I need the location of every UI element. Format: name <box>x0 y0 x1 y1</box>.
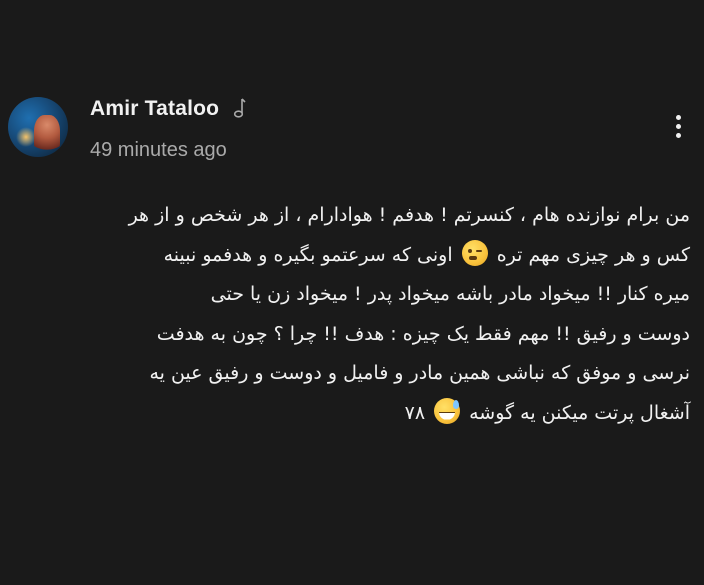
post-body-line: میره کنار !! میخواد مادر باشه میخواد پدر… <box>10 275 690 315</box>
avatar-light <box>16 127 36 147</box>
more-vertical-icon <box>664 115 692 138</box>
post-body-text: دوست و رفیق !! مهم فقط یک چیزه : هدف !! … <box>156 322 690 345</box>
post-body-line: آشغال پرتت میکنن یه گوشه ۷۸ <box>10 394 690 434</box>
post-body-text: کس و هر چیزی مهم تره <box>496 243 690 266</box>
post-body-text: اونی که سرعتمو بگیره و هدفمو نبینه <box>163 243 453 266</box>
post-body-text: آشغال پرتت میکنن یه گوشه <box>469 401 690 424</box>
post-body-line: نرسی و موفق که نباشی همین مادر و فامیل و… <box>10 354 690 394</box>
post-body-text: من برام نوازنده هام ، کنسرتم ! هدفم ! هو… <box>128 204 690 226</box>
post-card: Amir Tataloo 49 minutes ago من برام نواز… <box>0 0 704 585</box>
post-body-text: میره کنار !! میخواد مادر باشه میخواد پدر… <box>210 283 690 305</box>
music-note-icon <box>233 98 246 118</box>
more-options-button[interactable] <box>664 112 692 148</box>
grinning-sweat-emoji <box>434 397 461 424</box>
post-timestamp: 49 minutes ago <box>90 139 227 161</box>
post-body-line: کس و هر چیزی مهم تره اونی که سرعتمو بگیر… <box>10 236 690 276</box>
wink-face-emoji <box>461 239 488 266</box>
avatar-figure <box>34 115 60 155</box>
post-body: من برام نوازنده هام ، کنسرتم ! هدفم ! هو… <box>10 196 690 433</box>
post-body-line: دوست و رفیق !! مهم فقط یک چیزه : هدف !! … <box>10 315 690 355</box>
avatar[interactable] <box>8 97 68 157</box>
post-body-line: من برام نوازنده هام ، کنسرتم ! هدفم ! هو… <box>10 196 690 236</box>
post-body-text: نرسی و موفق که نباشی همین مادر و فامیل و… <box>149 362 690 384</box>
author-name[interactable]: Amir Tataloo <box>90 97 219 121</box>
post-body-text: ۷۸ <box>404 401 426 424</box>
